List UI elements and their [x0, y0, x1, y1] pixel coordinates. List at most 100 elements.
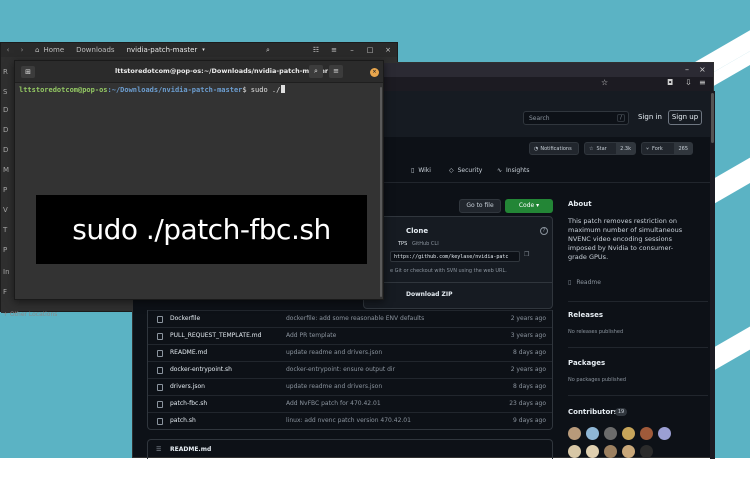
commit-message[interactable]: linux: add nvenc patch version 470.42.01	[286, 417, 411, 424]
contributors-heading[interactable]: Contributors	[568, 408, 618, 416]
readme-link[interactable]: ▯ Readme	[568, 279, 601, 286]
search-icon[interactable]: ⌕	[259, 43, 277, 57]
avatar[interactable]	[568, 445, 581, 458]
terminal-scrollbar[interactable]	[380, 87, 382, 297]
avatar[interactable]	[604, 445, 617, 458]
tab-security[interactable]: ◇ Security	[449, 167, 482, 174]
file-name[interactable]: Dockerfile	[170, 315, 200, 322]
commit-date: 3 years ago	[510, 332, 546, 339]
divider	[568, 301, 708, 302]
fork-button[interactable]: ⑂ Fork 265	[641, 142, 693, 155]
copy-icon[interactable]: ❐	[524, 251, 534, 262]
sign-up-button[interactable]: Sign up	[668, 110, 702, 125]
about-heading: About	[568, 200, 592, 208]
clone-title: Clone	[406, 227, 429, 235]
releases-heading[interactable]: Releases	[568, 311, 603, 319]
breadcrumb-current[interactable]: nvidia-patch-master ▾	[121, 43, 211, 57]
view-options-icon[interactable]: ☷	[307, 43, 325, 57]
file-icon	[157, 367, 163, 374]
minimize-icon[interactable]: –	[343, 43, 361, 57]
commit-message[interactable]: Add NvFBC patch for 470.42.01	[286, 400, 381, 407]
avatar[interactable]	[658, 427, 671, 440]
extension-icon[interactable]: ⇩	[685, 78, 692, 87]
sidebar-other-locations[interactable]: + Other Locations	[3, 311, 57, 318]
tab-wiki[interactable]: ▯ Wiki	[411, 167, 431, 174]
commit-date: 8 days ago	[513, 349, 546, 356]
terminal-window[interactable]: ⊞ lttstoredotcom@pop-os:~/Downloads/nvid…	[14, 60, 384, 300]
menu-icon[interactable]: ≡	[325, 43, 343, 57]
star-button[interactable]: ☆ Star 2.3k	[584, 142, 636, 155]
terminal-prompt-line: lttstoredotcom@pop-os:~/Downloads/nvidia…	[19, 85, 286, 94]
avatar[interactable]	[604, 427, 617, 440]
help-icon[interactable]: ?	[540, 227, 548, 235]
caption-text: sudo ./patch-fbc.sh	[72, 213, 331, 246]
avatar[interactable]	[640, 427, 653, 440]
notifications-button[interactable]: ◔ Notifications	[529, 142, 579, 155]
star-icon: ☆	[589, 145, 594, 152]
download-zip-link[interactable]: Download ZIP	[406, 291, 453, 298]
table-row[interactable]: Dockerfile dockerfile: add some reasonab…	[148, 310, 552, 327]
search-icon[interactable]: ⌕	[309, 65, 323, 78]
tab-insights[interactable]: ∿ Insights	[497, 167, 530, 174]
readme-title[interactable]: README.md	[170, 446, 211, 453]
star-icon[interactable]: ☆	[601, 78, 608, 87]
table-row[interactable]: patch.sh linux: add nvenc patch version …	[148, 412, 552, 429]
avatar[interactable]	[640, 445, 653, 458]
sign-in-link[interactable]: Sign in	[638, 113, 662, 121]
readme-panel: ☰ README.md	[147, 439, 553, 459]
menu-icon[interactable]: ≡	[699, 78, 706, 87]
list-icon[interactable]: ☰	[156, 446, 161, 453]
commit-message[interactable]: docker-entrypoint: ensure output dir	[286, 366, 395, 373]
table-row[interactable]: patch-fbc.sh Add NvFBC patch for 470.42.…	[148, 395, 552, 412]
search-shortcut-key: /	[617, 114, 625, 122]
table-row[interactable]: PULL_REQUEST_TEMPLATE.md Add PR template…	[148, 327, 552, 344]
file-name[interactable]: drivers.json	[170, 383, 205, 390]
divider	[568, 395, 708, 396]
file-name[interactable]: patch-fbc.sh	[170, 400, 207, 407]
file-name[interactable]: PULL_REQUEST_TEMPLATE.md	[170, 332, 261, 339]
avatar[interactable]	[622, 445, 635, 458]
avatar[interactable]	[622, 427, 635, 440]
commit-message[interactable]: update readme and drivers.json	[286, 349, 382, 356]
tab-github-cli[interactable]: GitHub CLI	[412, 241, 439, 247]
breadcrumb-home[interactable]: ⌂ Home	[29, 43, 70, 57]
file-name[interactable]: patch.sh	[170, 417, 196, 424]
chevron-left-icon[interactable]: ‹	[1, 43, 15, 57]
maximize-icon[interactable]: □	[361, 43, 379, 57]
file-icon	[157, 350, 163, 357]
chevron-down-icon: ▾	[202, 47, 205, 53]
releases-text: No releases published	[568, 329, 624, 335]
tab-https[interactable]: TPS	[398, 241, 407, 247]
commit-message[interactable]: update readme and drivers.json	[286, 383, 382, 390]
bell-icon: ◔	[534, 145, 539, 152]
table-row[interactable]: docker-entrypoint.sh docker-entrypoint: …	[148, 361, 552, 378]
close-icon[interactable]: ×	[370, 68, 379, 77]
clone-url-input[interactable]: https://github.com/keylase/nvidia-patc	[390, 251, 520, 262]
breadcrumb-downloads[interactable]: Downloads	[70, 43, 120, 57]
close-icon[interactable]: ×	[699, 65, 706, 74]
table-row[interactable]: drivers.json update readme and drivers.j…	[148, 378, 552, 395]
code-button[interactable]: Code ▾	[505, 199, 553, 213]
commit-message[interactable]: Add PR template	[286, 332, 336, 339]
close-icon[interactable]: ×	[379, 43, 397, 57]
avatar[interactable]	[568, 427, 581, 440]
search-input[interactable]: Search /	[523, 111, 629, 125]
book-icon: ▯	[411, 167, 415, 174]
avatar[interactable]	[586, 427, 599, 440]
menu-icon[interactable]: ≡	[329, 65, 343, 78]
browser-scrollbar[interactable]	[710, 91, 715, 459]
go-to-file-button[interactable]: Go to file	[459, 199, 501, 213]
chevron-right-icon[interactable]: ›	[15, 43, 29, 57]
contributors-count: 19	[615, 408, 627, 416]
commit-message[interactable]: dockerfile: add some reasonable ENV defa…	[286, 315, 424, 322]
shield-icon[interactable]: ◘	[667, 78, 673, 87]
file-name[interactable]: README.md	[170, 349, 207, 356]
scrollbar-thumb[interactable]	[711, 93, 714, 143]
new-tab-icon[interactable]: ⊞	[21, 66, 35, 78]
caption-overlay: sudo ./patch-fbc.sh	[36, 195, 367, 264]
file-name[interactable]: docker-entrypoint.sh	[170, 366, 232, 373]
table-row[interactable]: README.md update readme and drivers.json…	[148, 344, 552, 361]
packages-heading[interactable]: Packages	[568, 359, 605, 367]
avatar[interactable]	[586, 445, 599, 458]
minimize-icon[interactable]: –	[685, 65, 689, 74]
